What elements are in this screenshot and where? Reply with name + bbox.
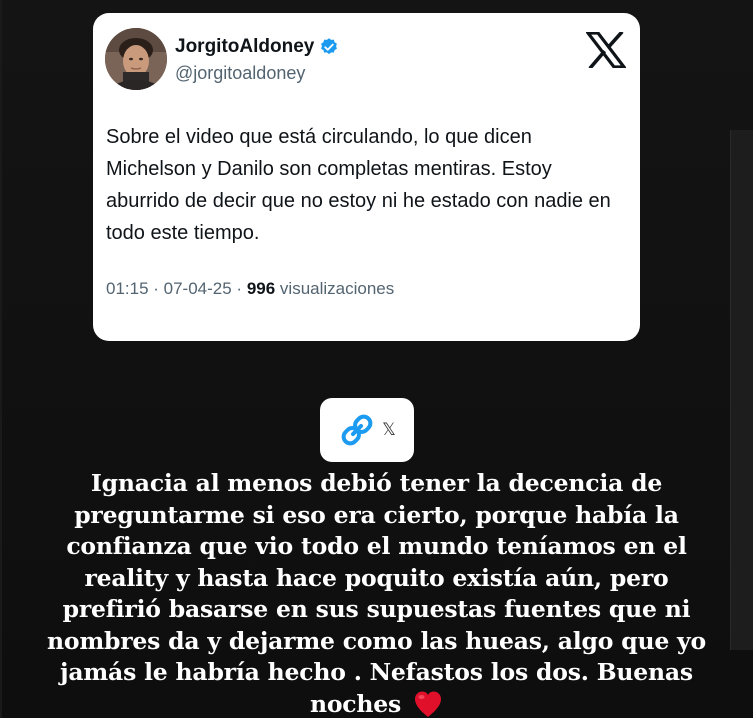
tweet-card[interactable]: JorgitoAldoney @jorgitoaldoney Sobre el …	[93, 13, 640, 341]
story-screen: JorgitoAldoney @jorgitoaldoney Sobre el …	[0, 0, 753, 718]
x-logo-icon	[584, 30, 628, 70]
tweet-time-date[interactable]: 01:15 · 07-04-25 ·	[106, 279, 247, 298]
views-count: 996	[246, 279, 276, 298]
avatar-image	[105, 28, 167, 90]
avatar[interactable]	[105, 28, 167, 90]
red-heart-icon	[413, 690, 443, 718]
tweet-meta: 01:15 · 07-04-25 · 996 visualizaciones	[106, 279, 394, 299]
author-name[interactable]: JorgitoAldoney	[175, 36, 314, 58]
link-sticker-x-label: 𝕏	[382, 420, 396, 440]
caption-text: Ignacia al menos debió tener la decencia…	[46, 469, 706, 718]
story-caption: Ignacia al menos debió tener la decencia…	[38, 468, 715, 718]
left-edge	[0, 0, 2, 718]
right-edge-artifact	[730, 130, 753, 650]
link-sticker[interactable]: 𝕏	[320, 398, 414, 462]
author-name-row[interactable]: JorgitoAldoney	[175, 36, 339, 58]
author-handle[interactable]: @jorgitoaldoney	[175, 63, 305, 84]
tweet-text: Sobre el video que está circulando, lo q…	[106, 126, 611, 244]
views-label: visualizaciones	[275, 279, 395, 298]
link-icon	[341, 414, 373, 446]
verified-badge-icon	[319, 37, 339, 57]
